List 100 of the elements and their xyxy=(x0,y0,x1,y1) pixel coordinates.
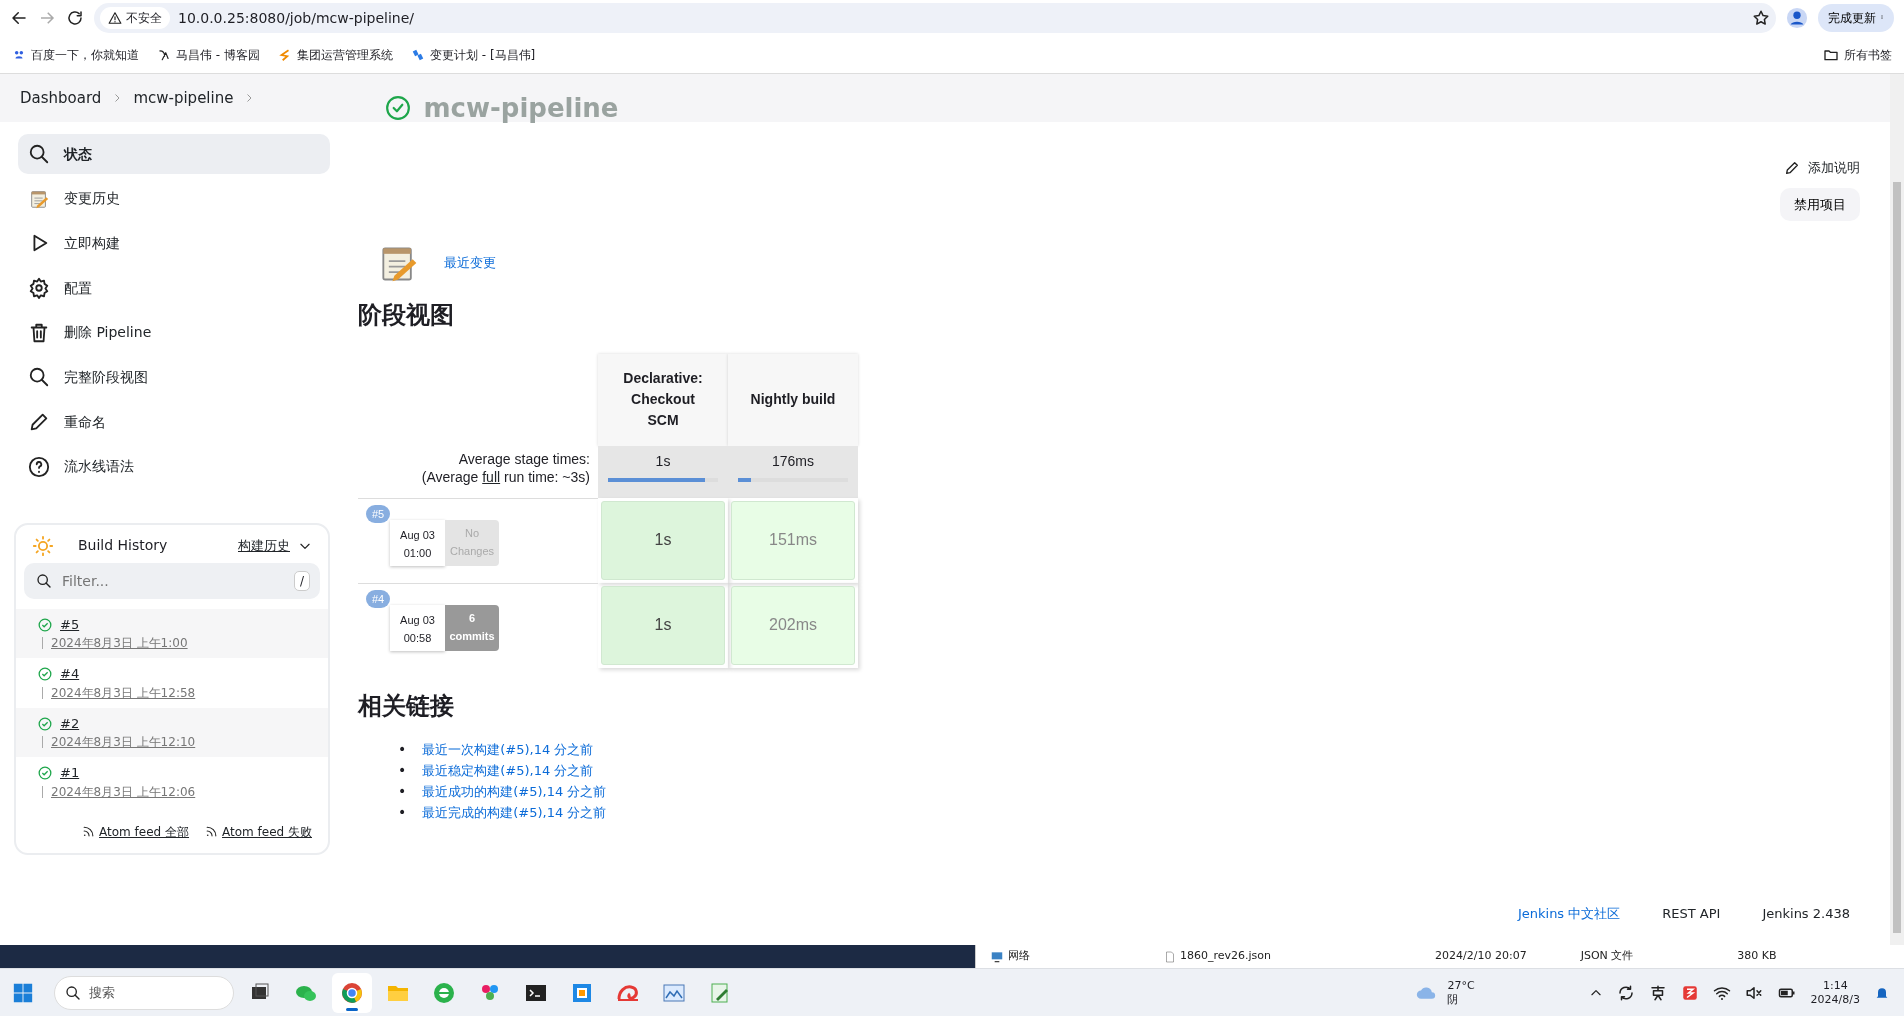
bookmark[interactable]: 百度一下，你就知道 xyxy=(12,45,139,64)
recent-changes-link[interactable]: 最近变更 xyxy=(444,253,496,273)
all-bookmarks[interactable]: 所有书签 xyxy=(1823,45,1892,64)
related-link[interactable]: 最近一次构建(#5),14 分之前 xyxy=(422,738,594,760)
date-text: Aug 03 xyxy=(399,527,436,543)
stage-header: Nightly build xyxy=(728,353,858,446)
panel-title: Build History xyxy=(78,536,168,556)
pencil-icon xyxy=(1784,159,1800,176)
page-title: mcw-pipeline xyxy=(423,91,619,125)
related-link[interactable]: 最近完成的构建(#5),14 分之前 xyxy=(422,801,607,823)
sidebar-item[interactable]: 删除 Pipeline xyxy=(18,312,330,353)
sync-icon[interactable] xyxy=(1616,983,1635,1002)
sidebar-item[interactable]: 状态 xyxy=(18,134,330,174)
bookmark-icon xyxy=(157,47,171,62)
feed-link[interactable]: Atom feed 全部 xyxy=(82,822,189,841)
feed-link[interactable]: Atom feed 失败 xyxy=(205,822,312,841)
build-link[interactable]: #5 xyxy=(60,614,80,635)
full-link[interactable]: full xyxy=(482,469,501,485)
footer-link[interactable]: Jenkins 2.438 xyxy=(1762,903,1850,923)
sidebar-item[interactable]: 流水线语法 xyxy=(18,446,330,487)
profile-icon[interactable] xyxy=(1786,7,1808,29)
bookmark[interactable]: 马昌伟 - 博客园 xyxy=(157,45,260,64)
related-link[interactable]: 最近稳定构建(#5),14 分之前 xyxy=(422,759,594,781)
app-tray-icon[interactable] xyxy=(1680,983,1699,1002)
file-icon xyxy=(1164,949,1176,964)
build-link[interactable]: #1 xyxy=(60,763,80,783)
reload-icon[interactable] xyxy=(66,9,84,27)
stage-cell[interactable]: 1s xyxy=(601,585,725,665)
trend-link[interactable]: 构建历史 xyxy=(238,536,290,556)
taskbar-search[interactable]: 搜索 xyxy=(54,975,234,1010)
sidebar-item[interactable]: 配置 xyxy=(18,268,330,309)
footer-link[interactable]: Jenkins 中文社区 xyxy=(1517,903,1621,923)
check-circle-icon xyxy=(38,766,52,781)
clock-date[interactable]: 2024/8/3 xyxy=(1810,992,1860,1007)
file-modified: 2024/2/10 20:07 xyxy=(1435,948,1527,965)
bookmark[interactable]: 集团运营管理系统 xyxy=(277,45,393,64)
disable-button[interactable]: 禁用项目 xyxy=(1780,187,1860,221)
help-icon xyxy=(28,455,50,478)
sidebar-item[interactable]: 完整阶段视图 xyxy=(18,357,330,398)
browser-icon xyxy=(432,980,456,1005)
related-link[interactable]: 最近成功的构建(#5),14 分之前 xyxy=(422,780,607,802)
browser-icon xyxy=(340,980,364,1005)
section-heading: 相关链接 xyxy=(358,691,455,721)
bullet: • xyxy=(398,781,407,801)
trash-icon xyxy=(28,321,50,344)
average-label: Average stage times: xyxy=(457,449,590,468)
back-icon[interactable] xyxy=(10,9,28,27)
scrollbar[interactable] xyxy=(1890,74,1904,945)
weather-text: 阴 xyxy=(1447,992,1460,1007)
add-description-link[interactable]: 添加说明 xyxy=(1784,158,1860,178)
clock-time[interactable]: 1:14 xyxy=(1810,978,1860,993)
sun-icon xyxy=(32,534,54,557)
stage-cell[interactable]: 1s xyxy=(601,500,725,580)
rss-icon xyxy=(82,825,96,839)
check-circle-icon xyxy=(38,617,52,632)
build-link[interactable]: #4 xyxy=(60,664,80,684)
rss-icon xyxy=(205,825,218,839)
time-text: 00:58 xyxy=(402,631,433,647)
check-circle-icon xyxy=(38,667,52,682)
ime-icon[interactable] xyxy=(1648,983,1667,1002)
bookmark-icon xyxy=(277,47,292,62)
windows-start-icon[interactable] xyxy=(12,981,34,1004)
bullet: • xyxy=(398,760,407,780)
network-icon xyxy=(990,949,1004,964)
bookmark[interactable]: 变更计划 - [马昌伟] xyxy=(410,45,536,64)
file-size: 380 KB xyxy=(1737,948,1777,965)
search-icon xyxy=(28,143,50,165)
file-name[interactable]: 1860_rev26.json xyxy=(1180,948,1272,965)
bookmark-icon xyxy=(410,47,425,62)
build-time-link[interactable]: 2024年8月3日 上午12:10 xyxy=(51,733,196,752)
address-field[interactable]: 10.0.0.25:8080/job/mcw-pipeline/ xyxy=(178,7,1744,29)
bullet: • xyxy=(398,802,407,822)
search-icon xyxy=(65,984,81,1001)
warning-icon xyxy=(108,11,122,25)
time-text: 01:00 xyxy=(402,546,433,562)
sidebar-item[interactable]: 重命名 xyxy=(18,402,330,443)
temperature: 27°C xyxy=(1447,978,1475,993)
sidebar-item[interactable]: 立即构建 xyxy=(18,223,330,264)
settings-icon xyxy=(28,277,50,300)
breadcrumb-link[interactable]: mcw-pipeline xyxy=(133,86,234,110)
run-time-text: (Average full run time: ~3s) xyxy=(420,468,590,487)
build-link[interactable]: #2 xyxy=(60,713,80,734)
footer-link[interactable]: REST API xyxy=(1662,903,1721,923)
sidebar-item[interactable]: 变更历史 xyxy=(18,178,330,219)
build-time-link[interactable]: 2024年8月3日 上午12:06 xyxy=(51,782,196,801)
security-indicator[interactable]: 不安全 xyxy=(100,7,170,29)
build-time-link[interactable]: 2024年8月3日 上午12:58 xyxy=(51,683,196,702)
breadcrumb-link[interactable]: Dashboard xyxy=(20,86,102,110)
search-icon xyxy=(36,572,52,589)
build-time-link[interactable]: 2024年8月3日 上午1:00 xyxy=(51,634,188,653)
nav-item[interactable]: 网络 xyxy=(1008,948,1030,965)
bullet: • xyxy=(398,739,407,759)
date-text: Aug 03 xyxy=(399,612,436,628)
star-icon[interactable] xyxy=(1752,9,1770,27)
file-type: JSON 文件 xyxy=(1580,948,1634,965)
stage-header: Declarative: Checkout SCM xyxy=(598,353,728,446)
average-time: 1s xyxy=(654,451,672,471)
update-button[interactable]: 完成更新 xyxy=(1818,4,1894,32)
average-time: 176ms xyxy=(771,451,815,471)
search-icon xyxy=(28,366,50,389)
